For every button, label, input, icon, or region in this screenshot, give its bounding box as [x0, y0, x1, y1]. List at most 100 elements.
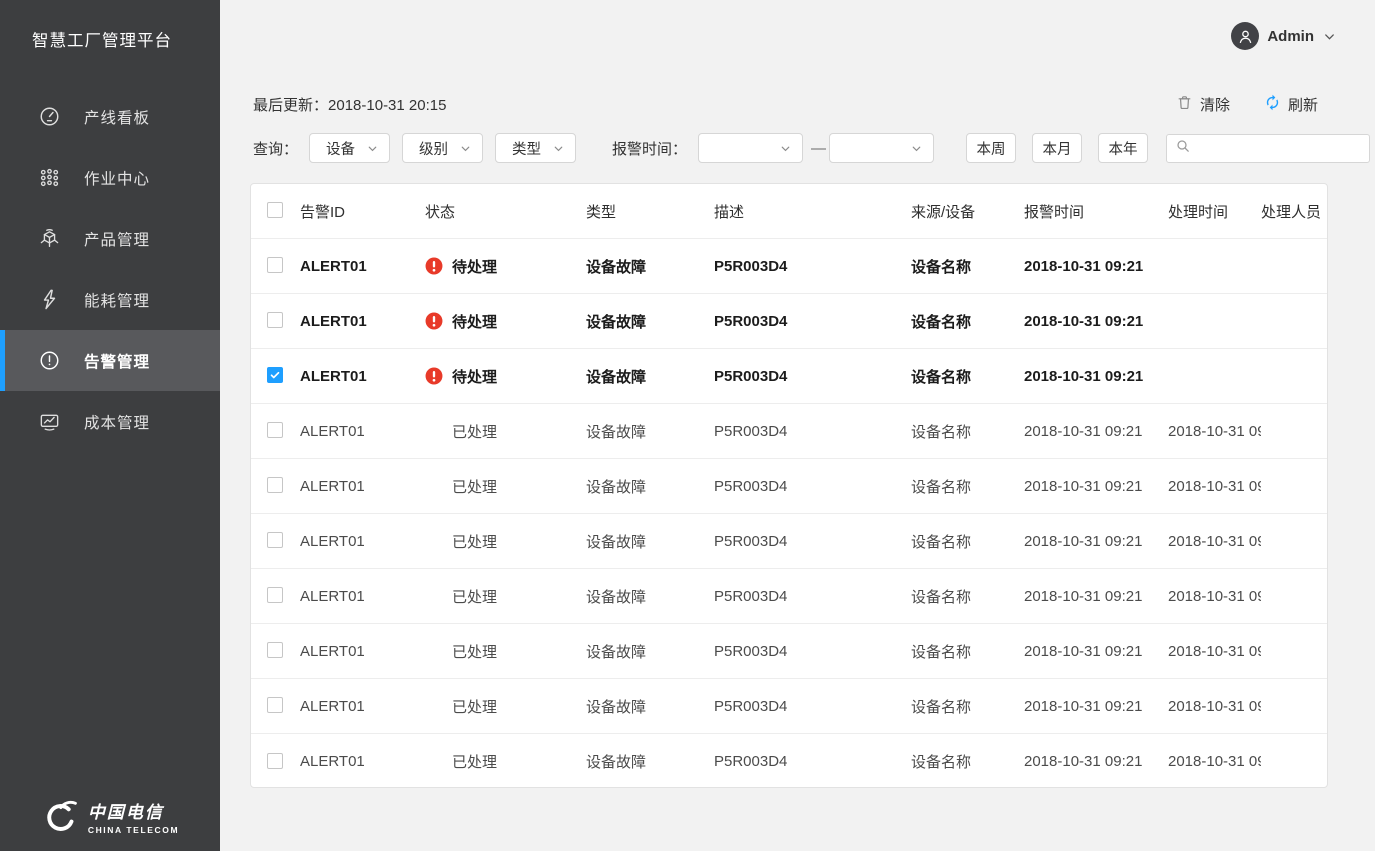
this-year-button[interactable]: 本年	[1098, 133, 1148, 163]
status-text: 已处理	[452, 476, 497, 497]
status-text: 待处理	[452, 366, 497, 387]
cell-type: 设备故障	[586, 311, 714, 332]
alert-badge-icon	[425, 312, 443, 330]
row-checkbox[interactable]	[267, 312, 283, 328]
trash-icon	[1176, 94, 1193, 115]
row-checkbox[interactable]	[267, 422, 283, 438]
sidebar-item-production-board[interactable]: 产线看板	[0, 86, 220, 147]
sidebar-item-label: 产线看板	[84, 106, 150, 128]
cell-source: 设备名称	[911, 366, 1024, 387]
cell-description: P5R003D4	[714, 478, 911, 495]
user-name: Admin	[1267, 28, 1314, 45]
cell-source: 设备名称	[911, 531, 1024, 552]
alerts-table: 告警ID 状态 类型 描述 来源/设备 报警时间 处理时间 处理人员 ALERT…	[250, 183, 1328, 788]
table-row[interactable]: ALERT01 待处理 设备故障 P5R003D4 设备名称 2018-10-3…	[251, 349, 1327, 404]
alert-circle-icon	[38, 349, 61, 372]
cell-alarm-time: 2018-10-31 09:21	[1024, 533, 1168, 550]
cell-status: 已处理	[425, 586, 586, 607]
status-text: 待处理	[452, 311, 497, 332]
refresh-button[interactable]: 刷新	[1264, 94, 1318, 115]
sidebar-item-label: 成本管理	[84, 411, 150, 433]
chevron-down-icon	[552, 142, 565, 155]
sidebar-item-cost-management[interactable]: 成本管理	[0, 391, 220, 452]
row-checkbox[interactable]	[267, 532, 283, 548]
table-row[interactable]: ALERT01 已处理 设备故障 P5R003D4 设备名称 2018-10-3…	[251, 459, 1327, 514]
col-header-type: 类型	[586, 201, 714, 222]
row-checkbox[interactable]	[267, 367, 283, 383]
type-dropdown[interactable]: 类型	[495, 133, 576, 163]
cell-source: 设备名称	[911, 421, 1024, 442]
alert-badge-icon	[425, 367, 443, 385]
sidebar-menu: 产线看板 作业中心	[0, 86, 220, 452]
last-update-value: 2018-10-31 20:15	[328, 97, 446, 114]
this-week-button[interactable]: 本周	[966, 133, 1016, 163]
sidebar-item-alert-management[interactable]: 告警管理	[0, 330, 220, 391]
device-dropdown[interactable]: 设备	[309, 133, 390, 163]
dot-grid-icon	[38, 166, 61, 189]
col-header-source: 来源/设备	[911, 201, 1024, 222]
sidebar-item-product-management[interactable]: 产品管理	[0, 208, 220, 269]
device-dropdown-value: 设备	[326, 138, 355, 159]
sidebar-item-energy-management[interactable]: 能耗管理	[0, 269, 220, 330]
status-text: 已处理	[452, 421, 497, 442]
cell-status: 已处理	[425, 476, 586, 497]
date-range-separator: —	[811, 140, 825, 157]
search-input[interactable]	[1198, 140, 1375, 156]
level-dropdown[interactable]: 级别	[402, 133, 483, 163]
row-checkbox[interactable]	[267, 257, 283, 273]
table-row[interactable]: ALERT01 已处理 设备故障 P5R003D4 设备名称 2018-10-3…	[251, 624, 1327, 679]
level-dropdown-value: 级别	[419, 138, 448, 159]
query-label: 查询：	[253, 138, 298, 159]
cell-type: 设备故障	[586, 641, 714, 662]
type-dropdown-value: 类型	[512, 138, 541, 159]
date-to-dropdown[interactable]	[829, 133, 934, 163]
cell-status: 已处理	[425, 421, 586, 442]
row-checkbox[interactable]	[267, 587, 283, 603]
user-menu[interactable]: Admin	[1231, 22, 1337, 50]
avatar	[1231, 22, 1259, 50]
row-checkbox[interactable]	[267, 697, 283, 713]
cell-alert-id: ALERT01	[300, 423, 425, 440]
logo-cn-text: 中国电信	[88, 798, 179, 823]
cell-source: 设备名称	[911, 476, 1024, 497]
gauge-icon	[38, 105, 61, 128]
row-checkbox[interactable]	[267, 477, 283, 493]
table-row[interactable]: ALERT01 已处理 设备故障 P5R003D4 设备名称 2018-10-3…	[251, 514, 1327, 569]
date-from-dropdown[interactable]	[698, 133, 803, 163]
row-checkbox[interactable]	[267, 753, 283, 769]
cell-description: P5R003D4	[714, 753, 911, 770]
china-telecom-logo: 中国电信 CHINA TELECOM	[0, 797, 220, 835]
search-icon	[1175, 138, 1191, 158]
cell-alert-id: ALERT01	[300, 258, 425, 275]
clear-button[interactable]: 清除	[1176, 94, 1230, 115]
this-month-button[interactable]: 本月	[1032, 133, 1082, 163]
cell-description: P5R003D4	[714, 423, 911, 440]
cell-status: 待处理	[425, 256, 586, 277]
table-row[interactable]: ALERT01 已处理 设备故障 P5R003D4 设备名称 2018-10-3…	[251, 404, 1327, 459]
cell-alarm-time: 2018-10-31 09:21	[1024, 698, 1168, 715]
cell-type: 设备故障	[586, 531, 714, 552]
app-window: 智慧工厂管理平台 产线看板 作业中心	[0, 0, 1375, 851]
table-row[interactable]: ALERT01 待处理 设备故障 P5R003D4 设备名称 2018-10-3…	[251, 239, 1327, 294]
cell-description: P5R003D4	[714, 643, 911, 660]
cell-alarm-time: 2018-10-31 09:21	[1024, 753, 1168, 770]
table-row[interactable]: ALERT01 已处理 设备故障 P5R003D4 设备名称 2018-10-3…	[251, 734, 1327, 788]
col-header-description: 描述	[714, 201, 911, 222]
table-row[interactable]: ALERT01 已处理 设备故障 P5R003D4 设备名称 2018-10-3…	[251, 679, 1327, 734]
lightning-icon	[38, 288, 61, 311]
status-text: 已处理	[452, 696, 497, 717]
cell-status: 待处理	[425, 311, 586, 332]
cell-alert-id: ALERT01	[300, 368, 425, 385]
sidebar-item-work-center[interactable]: 作业中心	[0, 147, 220, 208]
table-row[interactable]: ALERT01 已处理 设备故障 P5R003D4 设备名称 2018-10-3…	[251, 569, 1327, 624]
select-all-checkbox[interactable]	[267, 202, 283, 218]
table-row[interactable]: ALERT01 待处理 设备故障 P5R003D4 设备名称 2018-10-3…	[251, 294, 1327, 349]
cell-source: 设备名称	[911, 311, 1024, 332]
sidebar-item-label: 能耗管理	[84, 289, 150, 311]
refresh-icon	[1264, 94, 1281, 115]
main-content: Admin 最后更新：2018-10-31 20:15 清除	[220, 0, 1375, 851]
cell-alarm-time: 2018-10-31 09:21	[1024, 258, 1168, 275]
filter-row: 查询： 设备 级别 类型 报警时间：	[220, 133, 1375, 163]
row-checkbox[interactable]	[267, 642, 283, 658]
table-actions: 清除 刷新	[1176, 94, 1318, 115]
